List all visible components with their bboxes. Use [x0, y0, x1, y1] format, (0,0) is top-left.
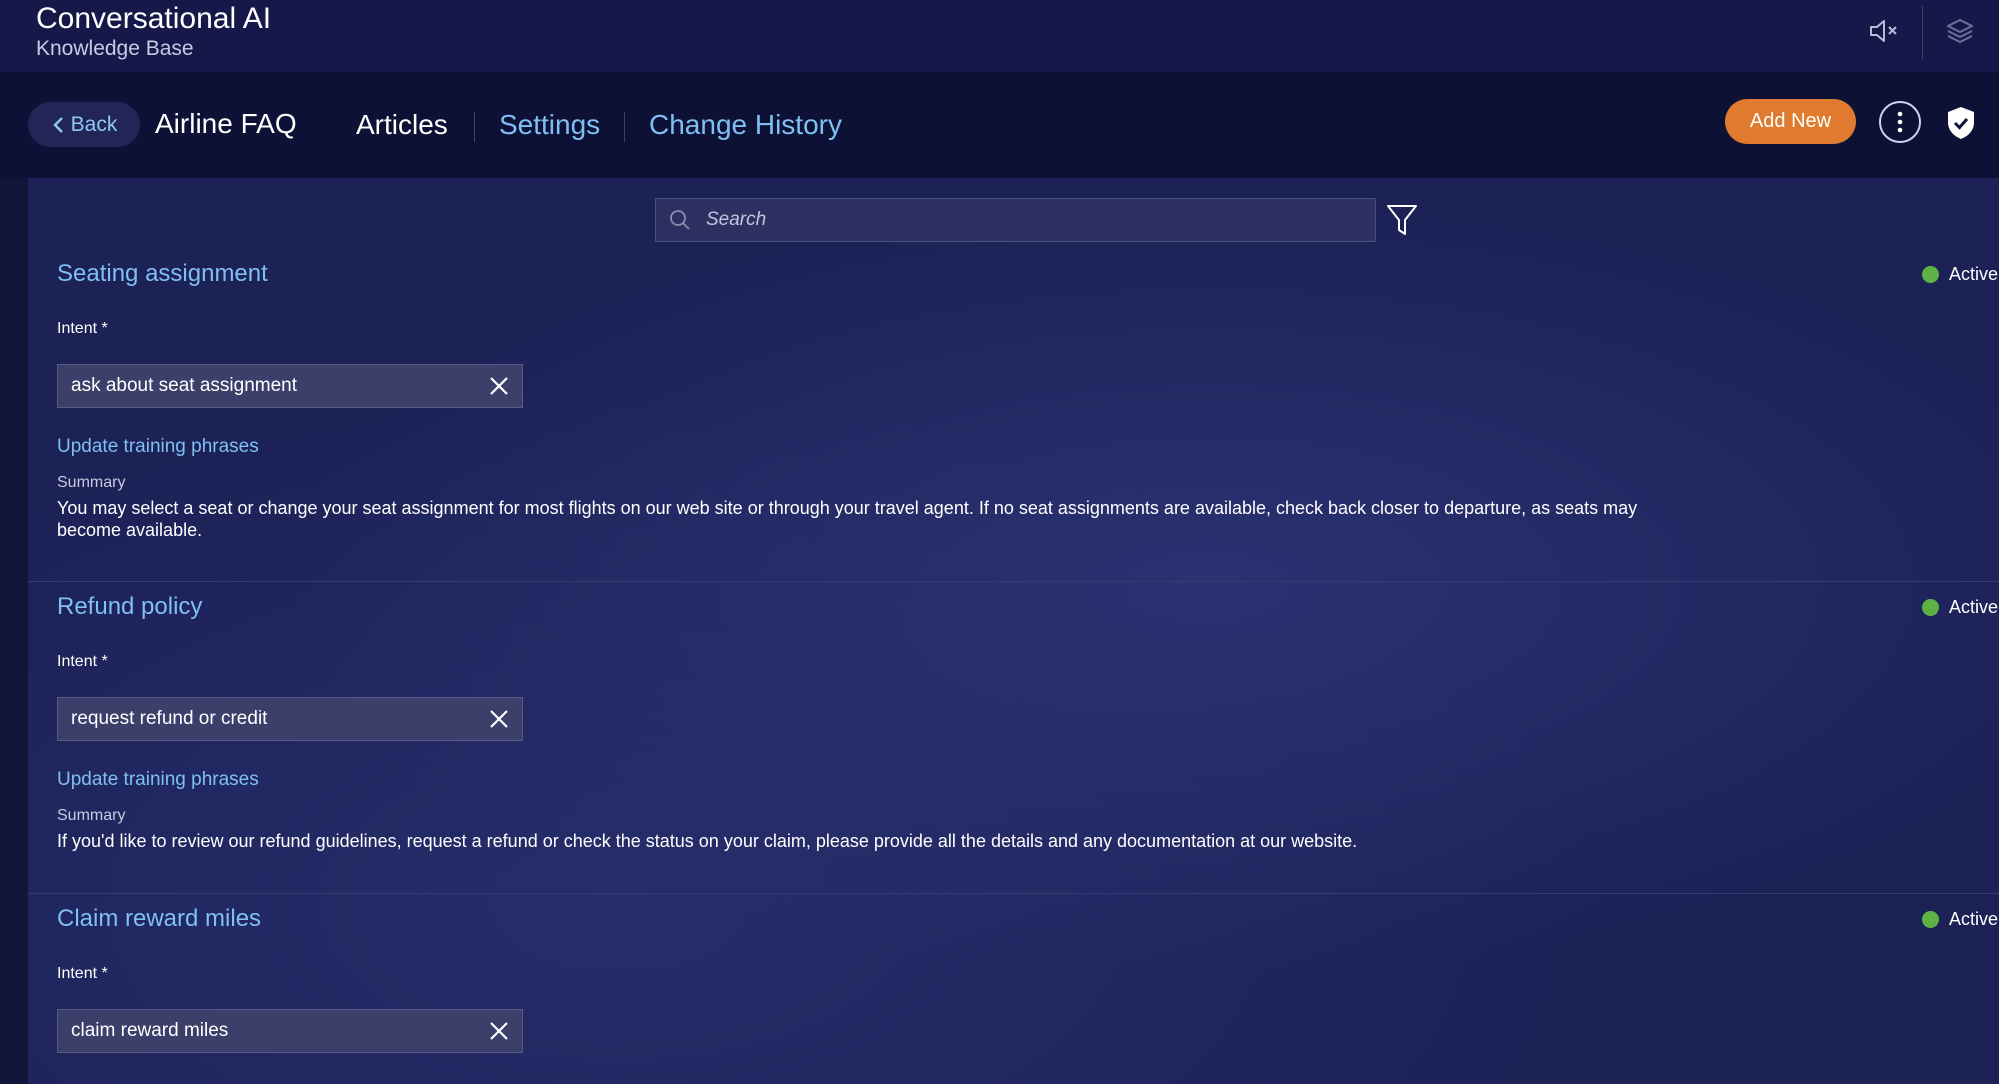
close-icon[interactable] — [488, 1020, 510, 1042]
intent-label: Intent * — [57, 653, 108, 670]
article-item: Refund policy Active Intent * request re… — [28, 593, 1999, 853]
article-item: Claim reward miles Active Intent * claim… — [28, 905, 1999, 1085]
filter-icon[interactable] — [1386, 203, 1418, 237]
search-icon — [670, 210, 690, 230]
status-badge: Active — [1922, 264, 1998, 285]
intent-value: ask about seat assignment — [71, 375, 298, 396]
status-badge: Active — [1922, 909, 1998, 930]
intent-label: Intent * — [57, 965, 108, 982]
intent-value: claim reward miles — [71, 1020, 229, 1041]
kb-navbar: Back Airline FAQ Articles Settings Chang… — [0, 72, 1999, 178]
intent-label: Intent * — [57, 320, 108, 337]
tab-separator — [474, 112, 475, 142]
status-label: Active — [1949, 909, 1999, 929]
kb-name: Airline FAQ — [155, 108, 297, 139]
tab-change-history[interactable]: Change History — [649, 109, 842, 141]
back-button[interactable]: Back — [28, 102, 140, 147]
close-icon[interactable] — [488, 708, 510, 730]
add-new-button[interactable]: Add New — [1725, 99, 1856, 144]
tab-settings[interactable]: Settings — [499, 109, 600, 141]
article-divider — [28, 581, 1999, 582]
intent-field[interactable]: claim reward miles — [57, 1009, 523, 1053]
search-input[interactable] — [704, 208, 1348, 232]
status-label: Active — [1949, 597, 1999, 617]
header-divider — [1922, 6, 1923, 60]
tab-articles[interactable]: Articles — [356, 109, 448, 141]
back-label: Back — [70, 112, 118, 136]
summary-text: You may select a seat or change your sea… — [57, 498, 1638, 540]
summary-text: If you'd like to review our refund guide… — [57, 831, 1358, 851]
app-subtitle: Knowledge Base — [36, 37, 194, 60]
update-training-phrases-link[interactable]: Update training phrases — [57, 436, 259, 458]
update-training-phrases-link[interactable]: Update training phrases — [57, 769, 259, 791]
intent-field[interactable]: ask about seat assignment — [57, 364, 523, 408]
intent-field[interactable]: request refund or credit — [57, 697, 523, 741]
more-vertical-icon — [1897, 111, 1903, 133]
close-icon[interactable] — [488, 375, 510, 397]
article-title[interactable]: Seating assignment — [57, 260, 268, 288]
more-options-button[interactable] — [1879, 101, 1921, 143]
article-title[interactable]: Claim reward miles — [57, 905, 261, 933]
shield-check-icon[interactable] — [1944, 104, 1978, 142]
status-dot-icon — [1922, 266, 1939, 283]
article-title[interactable]: Refund policy — [57, 593, 202, 621]
speaker-mute-icon[interactable] — [1867, 14, 1901, 48]
status-label: Active — [1949, 264, 1999, 284]
summary-label: Summary — [57, 474, 126, 491]
summary-label: Summary — [57, 807, 126, 824]
status-badge: Active — [1922, 597, 1998, 618]
layers-icon[interactable] — [1943, 14, 1977, 48]
article-divider — [28, 893, 1999, 894]
tab-separator — [624, 112, 625, 142]
status-dot-icon — [1922, 599, 1939, 616]
articles-panel: Seating assignment Active Intent * ask a… — [28, 178, 1999, 1085]
status-dot-icon — [1922, 911, 1939, 928]
app-header: Conversational AI Knowledge Base — [0, 0, 1999, 73]
intent-value: request refund or credit — [71, 708, 268, 729]
article-item: Seating assignment Active Intent * ask a… — [28, 260, 1999, 540]
search-bar[interactable] — [655, 198, 1376, 242]
app-title: Conversational AI — [36, 2, 272, 35]
chevron-left-icon — [52, 116, 63, 133]
